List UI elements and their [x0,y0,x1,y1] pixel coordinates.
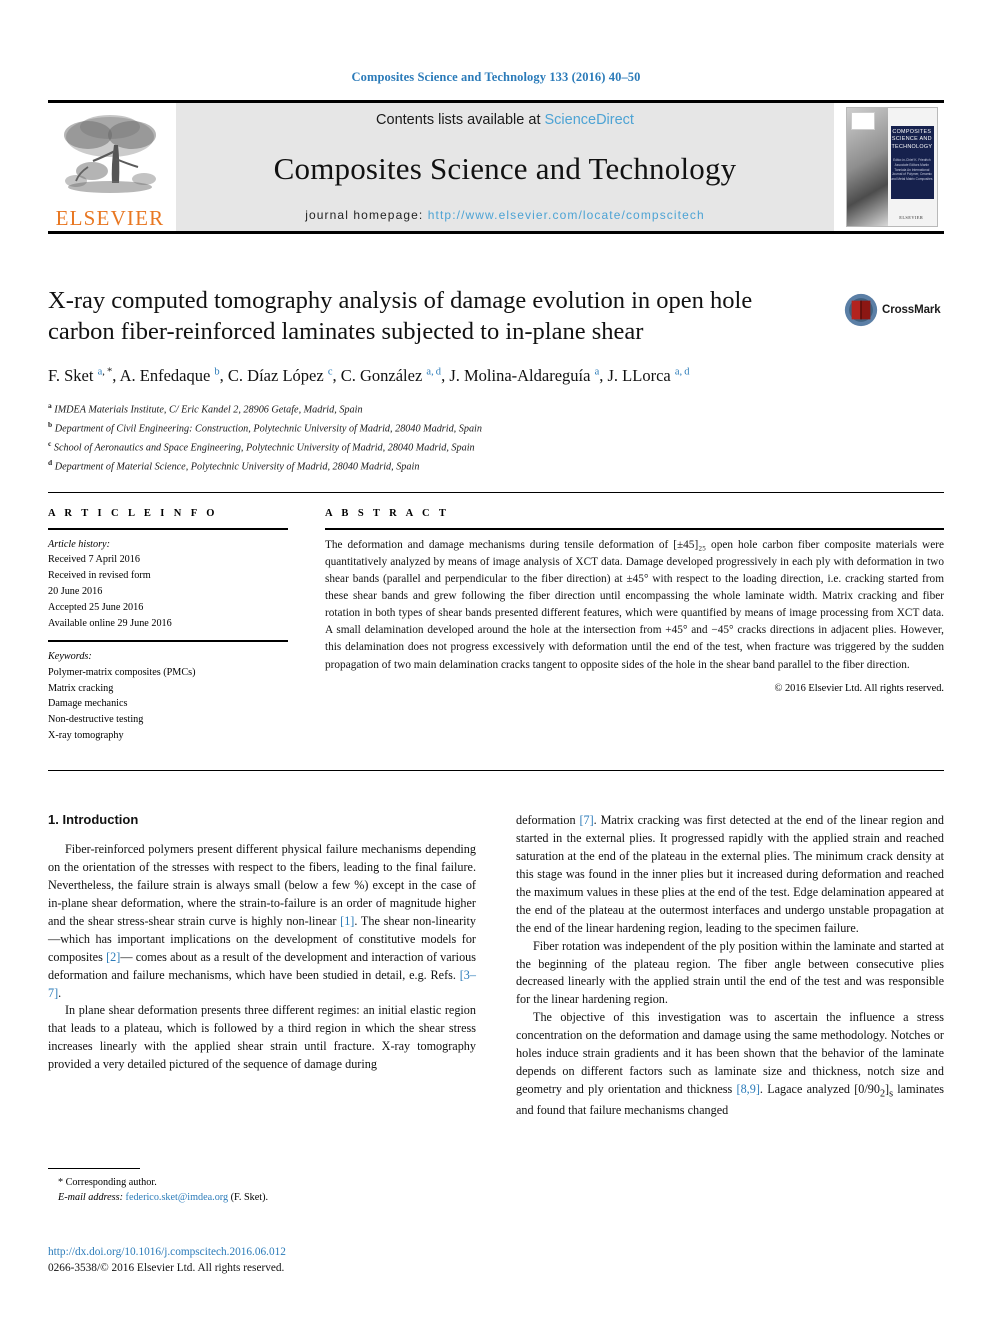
section-heading-introduction: 1. Introduction [48,812,139,827]
contents-prefix: Contents lists available at [376,112,545,128]
paragraph: The objective of this investigation was … [516,1010,944,1118]
crossmark-icon [844,293,878,327]
elsevier-wordmark: ELSEVIER [55,206,165,230]
history-label: Article history: [48,538,110,550]
affiliation-item: c School of Aeronautics and Space Engine… [48,439,475,454]
affiliation-text: IMDEA Materials Institute, C/ Eric Kande… [54,404,363,416]
citation-link[interactable]: [7] [579,813,593,827]
contents-line: Contents lists available at ScienceDirec… [176,112,834,128]
masthead-bottom-rule [48,231,944,234]
email-label: E-mail address: [58,1192,126,1204]
affiliation-item: d Department of Material Science, Polyte… [48,458,420,473]
footer-block: http://dx.doi.org/10.1016/j.compscitech.… [48,1244,548,1277]
history-item: Received in revised form [48,570,151,582]
journal-title: Composites Science and Technology [273,150,737,186]
journal-masthead: ELSEVIER Contents lists available at Sci… [48,100,944,234]
history-item: 20 June 2016 [48,585,103,597]
citation-link[interactable]: [3–7] [48,968,476,1000]
footnote-rule [48,1168,140,1169]
paragraph: deformation [7]. Matrix cracking was fir… [516,813,944,935]
paragraph: Fiber-reinforced polymers present differ… [48,842,477,1000]
article-info-block: A R T I C L E I N F O Article history: R… [48,508,288,744]
cover-publisher: ELSEVIER [899,215,924,220]
elsevier-logo: ELSEVIER [48,103,172,231]
footnote-block: * Corresponding author. E-mail address: … [48,1168,476,1206]
article-info-rule [48,528,288,530]
keywords-rule [48,640,288,642]
body-column-right: deformation [7]. Matrix cracking was fir… [516,812,944,1120]
keyword-item: Non-destructive testing [48,714,144,726]
issn-copyright: 0266-3538/© 2016 Elsevier Ltd. All right… [48,1262,285,1275]
cover-subtitle: Editor-in-Chief K. Friedrich Associate E… [891,158,933,182]
running-head: Composites Science and Technology 133 (2… [351,70,641,84]
abstract-copyright: © 2016 Elsevier Ltd. All rights reserved… [774,682,945,694]
abstract-heading: A B S T R A C T [325,508,450,519]
history-item: Received 7 April 2016 [48,554,140,566]
affiliation-text: Department of Material Science, Polytech… [54,461,420,473]
email-suffix: (F. Sket). [228,1192,269,1204]
keyword-item: Polymer-matrix composites (PMCs) [48,666,196,678]
abstract-rule [325,528,944,530]
affiliation-text: School of Aeronautics and Space Engineer… [53,442,475,454]
doi-link[interactable]: http://dx.doi.org/10.1016/j.compscitech.… [48,1244,548,1260]
info-top-rule [48,492,944,493]
email-note: E-mail address: federico.sket@imdea.org … [48,1190,476,1205]
history-item: Available online 29 June 2016 [48,617,172,629]
homepage-line: journal homepage: http://www.elsevier.co… [176,208,834,222]
corresponding-author-note: * Corresponding author. [58,1177,157,1188]
citation-link[interactable]: [1] [340,914,354,928]
cover-logo-box [851,112,875,130]
paragraph: Fiber rotation was independent of the pl… [516,938,944,1007]
affiliation-list: a IMDEA Materials Institute, C/ Eric Kan… [48,400,944,476]
masthead-center: Contents lists available at ScienceDirec… [176,103,834,231]
homepage-label: journal homepage: [305,208,428,222]
article-info-heading: A R T I C L E I N F O [48,508,218,519]
elsevier-tree-icon [64,115,156,193]
affiliation-item: b Department of Civil Engineering: Const… [48,420,482,435]
page-title: X-ray computed tomography analysis of da… [48,287,753,345]
paragraph: In plane shear deformation presents thre… [48,1003,476,1072]
affiliation-item: a IMDEA Materials Institute, C/ Eric Kan… [48,401,363,416]
keywords-label: Keywords: [48,650,92,662]
keywords-block: Keywords: Polymer-matrix composites (PMC… [48,640,288,743]
cover-title: COMPOSITES SCIENCE AND TECHNOLOGY [891,129,933,150]
keyword-item: Matrix cracking [48,682,114,694]
abstract-text: The deformation and damage mechanisms du… [325,538,944,671]
title-block: X-ray computed tomography analysis of da… [48,286,944,476]
email-link[interactable]: federico.sket@imdea.org [126,1192,229,1203]
homepage-url[interactable]: http://www.elsevier.com/locate/compscite… [428,208,705,222]
body-column-left: 1. Introduction Fiber-reinforced polymer… [48,812,476,1074]
keyword-item: X-ray tomography [48,729,124,741]
sciencedirect-link[interactable]: ScienceDirect [545,112,634,128]
journal-cover-thumb: COMPOSITES SCIENCE AND TECHNOLOGY Editor… [840,103,944,231]
citation-link[interactable]: [8,9] [737,1082,760,1096]
paper-page: Composites Science and Technology 133 (2… [0,0,992,1323]
crossmark-badge[interactable]: CrossMark [844,288,944,332]
abstract-block: A B S T R A C T The deformation and dama… [325,508,944,694]
abstract-bottom-rule [48,770,944,771]
cover-image: COMPOSITES SCIENCE AND TECHNOLOGY Editor… [846,107,938,227]
crossmark-label: CrossMark [882,304,941,316]
citation-link[interactable]: [2] [106,950,120,964]
affiliation-text: Department of Civil Engineering: Constru… [54,423,482,435]
keyword-item: Damage mechanics [48,698,128,710]
history-item: Accepted 25 June 2016 [48,601,144,613]
author-list: F. Sket a, *, A. Enfedaque b, C. Díaz Ló… [48,365,690,385]
